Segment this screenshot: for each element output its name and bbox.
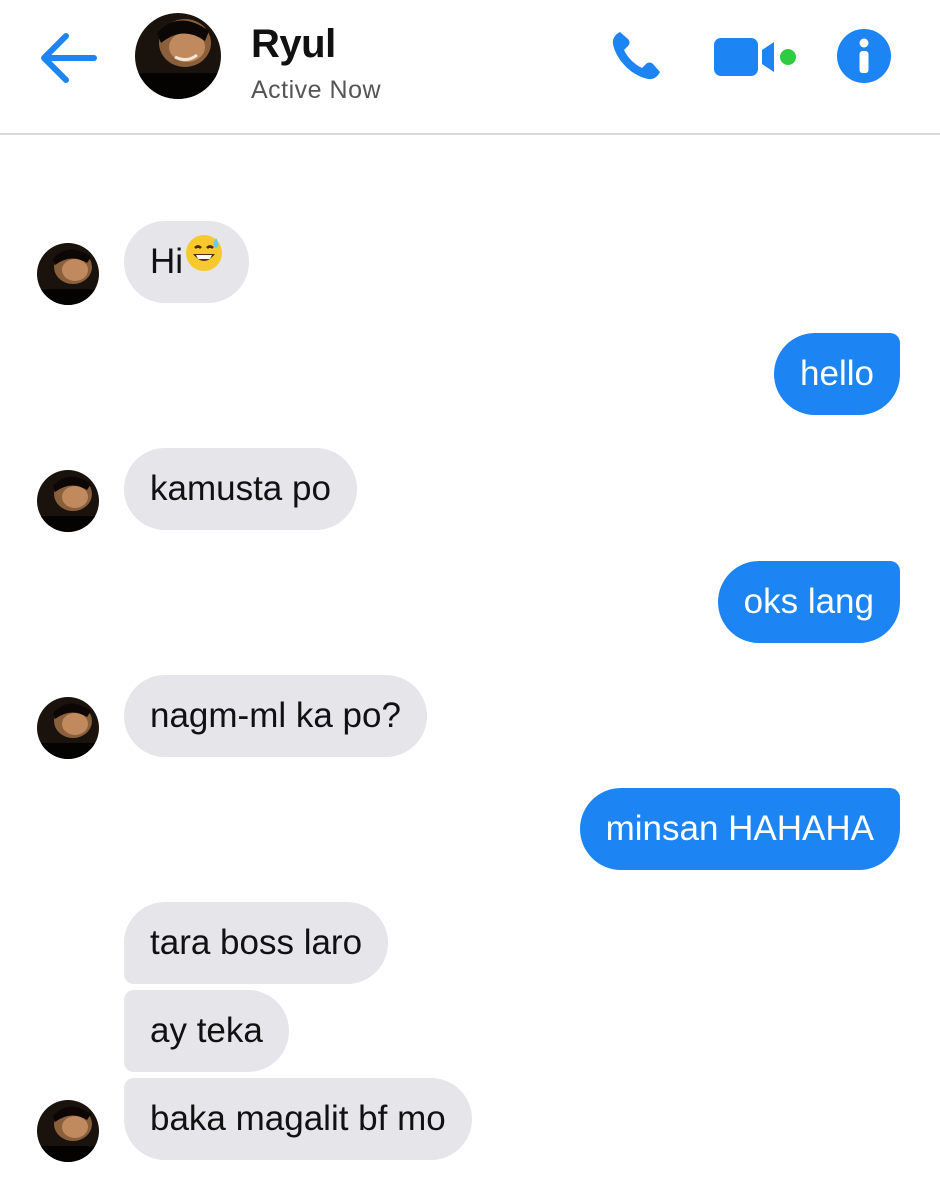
voice-call-button[interactable]	[606, 26, 666, 86]
message-bubble-incoming[interactable]: Hi	[124, 220, 250, 303]
message-bubble-incoming[interactable]: ay teka	[124, 990, 289, 1072]
avatar[interactable]	[37, 697, 99, 759]
video-call-button[interactable]	[712, 34, 802, 80]
info-icon	[837, 29, 891, 83]
message-bubble-incoming[interactable]: kamusta po	[124, 448, 357, 530]
message-bubble-outgoing[interactable]: hello	[774, 333, 900, 415]
message-text: hello	[800, 354, 874, 393]
message-text: kamusta po	[150, 469, 331, 508]
message-text: minsan HAHAHA	[605, 809, 874, 848]
grinning-face-with-sweat-icon	[185, 220, 223, 302]
avatar[interactable]	[37, 470, 99, 532]
message-bubble-outgoing[interactable]: minsan HAHAHA	[579, 788, 900, 870]
back-button[interactable]	[36, 28, 100, 88]
avatar[interactable]	[37, 1100, 99, 1162]
message-bubble-outgoing[interactable]: oks lang	[717, 561, 900, 643]
message-bubble-incoming[interactable]: nagm-ml ka po?	[124, 675, 427, 757]
message-text: Hi	[150, 242, 184, 281]
avatar[interactable]	[37, 243, 99, 305]
arrow-left-icon	[41, 33, 97, 83]
phone-icon	[612, 32, 660, 80]
info-button[interactable]	[836, 28, 892, 84]
chat-header: Ryul Active Now	[0, 0, 940, 135]
message-text: tara boss laro	[150, 923, 363, 962]
message-text: oks lang	[743, 582, 874, 621]
contact-status: Active Now	[251, 76, 382, 104]
message-bubble-incoming[interactable]: tara boss laro	[124, 902, 389, 984]
contact-avatar[interactable]	[135, 13, 221, 99]
message-text: ay teka	[150, 1011, 263, 1050]
contact-name[interactable]: Ryul	[251, 22, 336, 67]
message-bubble-incoming[interactable]: baka magalit bf mo	[124, 1078, 472, 1160]
video-camera-icon	[714, 38, 796, 76]
message-text: nagm-ml ka po?	[150, 696, 401, 735]
message-text: baka magalit bf mo	[150, 1099, 446, 1138]
